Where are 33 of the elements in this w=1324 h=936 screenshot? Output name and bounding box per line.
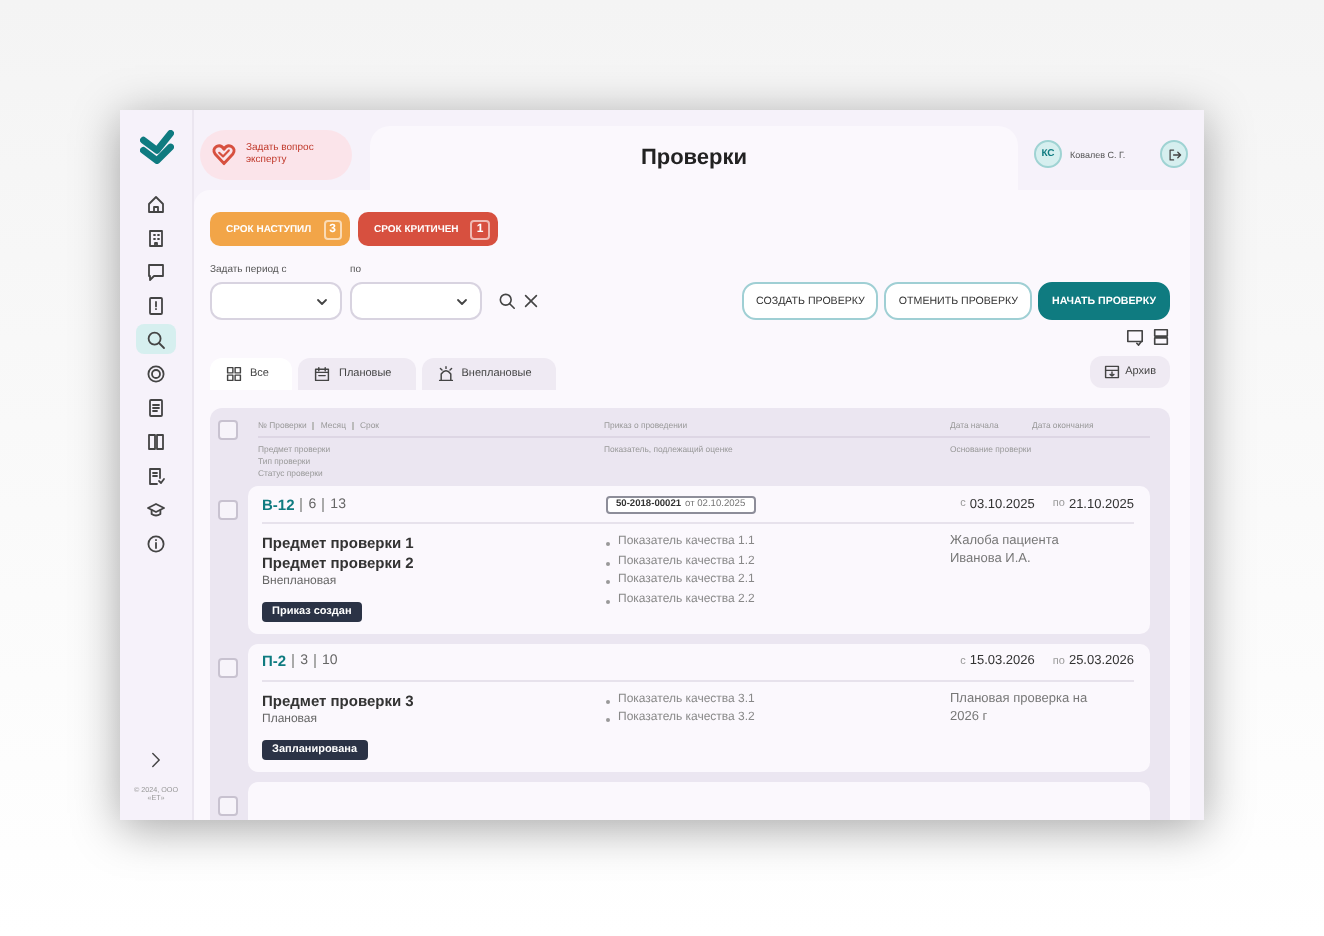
search-icon — [146, 329, 166, 349]
checkbox[interactable] — [218, 500, 238, 521]
page-title: Проверки — [370, 126, 1018, 190]
graduation-cap-icon — [146, 499, 166, 519]
archive-icon — [1103, 364, 1120, 380]
home-icon — [146, 193, 166, 213]
book-icon — [146, 431, 166, 451]
logo-icon — [139, 130, 173, 164]
logout-button[interactable] — [1160, 140, 1188, 168]
chevron-right-icon[interactable] — [148, 749, 164, 770]
list-document-icon — [146, 465, 166, 485]
search-icon[interactable] — [498, 292, 516, 310]
inspection-card[interactable] — [248, 486, 1150, 634]
target-icon — [146, 363, 166, 383]
book-alert-icon — [146, 295, 166, 315]
logout-icon — [1167, 147, 1181, 161]
chat-icon — [146, 261, 166, 281]
checkbox[interactable] — [218, 420, 238, 440]
caret-icon — [316, 297, 328, 305]
caret-icon — [456, 297, 468, 305]
sidebar-item[interactable] — [136, 324, 176, 354]
document-icon — [146, 397, 166, 417]
alarm-icon — [437, 366, 454, 382]
close-icon[interactable] — [522, 292, 540, 310]
calendar-icon — [314, 366, 331, 382]
checkbox[interactable] — [218, 657, 238, 678]
building-icon — [146, 227, 166, 247]
checkbox[interactable] — [218, 795, 238, 816]
list-view-icon[interactable] — [1152, 328, 1170, 346]
card-view-icon[interactable] — [1126, 328, 1144, 346]
grid-icon — [226, 366, 242, 382]
info-icon — [146, 533, 166, 553]
heart-check-icon — [212, 142, 236, 166]
